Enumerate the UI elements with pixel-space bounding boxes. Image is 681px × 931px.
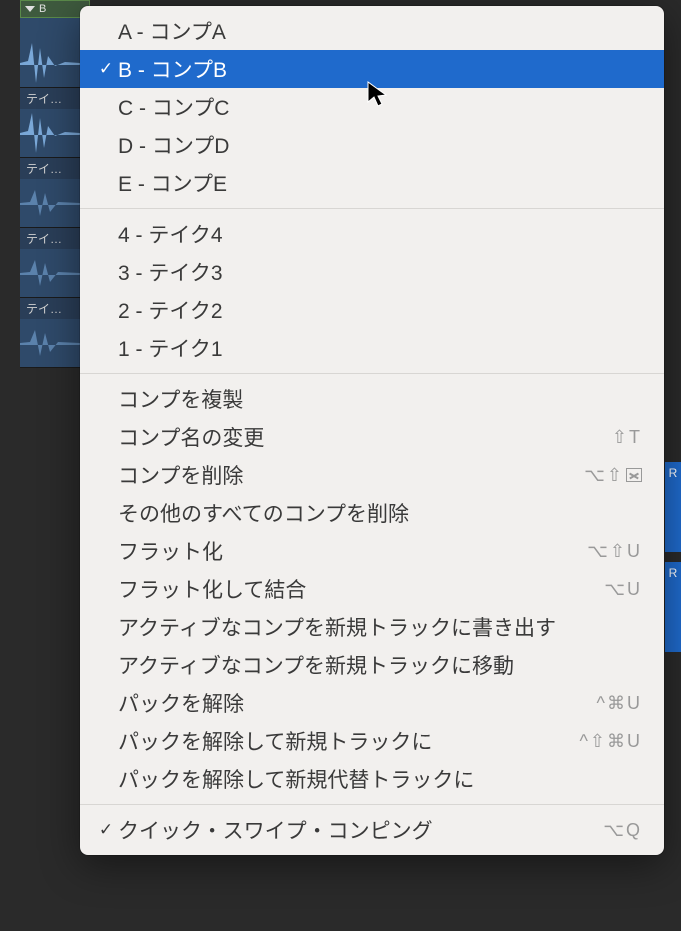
menu-separator [80,373,664,374]
rename-comp[interactable]: ✓コンプ名の変更⇧T [80,418,664,456]
menu-separator [80,208,664,209]
shortcut-text: ⌥Q [603,820,642,841]
shortcut-text: ^⌘U [597,693,642,714]
comp-item-d[interactable]: ✓D - コンプD [80,126,664,164]
comp-item-b[interactable]: ✓B - コンプB [80,50,664,88]
menu-item-label: その他のすべてのコンプを削除 [118,498,642,528]
waveform-icon [20,248,80,298]
comp-item-e[interactable]: ✓E - コンプE [80,164,664,202]
waveform-icon [20,178,80,228]
delete-key-icon [626,468,642,482]
shortcut-text: ⌥⇧ [584,465,642,486]
menu-item-label: コンプ名の変更 [118,422,612,452]
menu-item-label: B - コンプB [118,54,642,84]
menu-item-label: 2 - テイク2 [118,295,642,325]
flatten[interactable]: ✓フラット化⌥⇧U [80,532,664,570]
move-active-track[interactable]: ✓アクティブなコンプを新規トラックに移動 [80,646,664,684]
shortcut-text: ⌥⇧U [587,541,642,562]
menu-item-label: 4 - テイク4 [118,219,642,249]
take-item-3[interactable]: ✓2 - テイク2 [80,291,664,329]
region-hint: R [665,462,681,552]
menu-item-label: 1 - テイク1 [118,333,642,363]
checkmark-icon: ✓ [94,820,118,840]
waveform-icon [20,108,80,158]
menu-item-label: コンプを削除 [118,460,584,490]
shortcut-text: ^⇧⌘U [579,731,642,752]
delete-other-comps[interactable]: ✓その他のすべてのコンプを削除 [80,494,664,532]
take-item-1[interactable]: ✓4 - テイク4 [80,215,664,253]
waveform-icon [20,38,80,88]
shortcut-text: ⇧T [612,427,642,448]
comp-item-a[interactable]: ✓A - コンプA [80,12,664,50]
flatten-merge[interactable]: ✓フラット化して結合⌥U [80,570,664,608]
take-folder-context-menu: ✓A - コンプA✓B - コンプB✓C - コンプC✓D - コンプD✓E -… [80,6,664,855]
export-active-track[interactable]: ✓アクティブなコンプを新規トラックに書き出す [80,608,664,646]
menu-item-label: C - コンプC [118,92,642,122]
menu-item-label: フラット化して結合 [118,574,604,604]
take-folder-title: B [39,3,46,15]
duplicate-comp[interactable]: ✓コンプを複製 [80,380,664,418]
shortcut-text: ⌥U [604,579,642,600]
menu-item-label: パックを解除 [118,688,597,718]
delete-comp[interactable]: ✓コンプを削除⌥⇧ [80,456,664,494]
region-hint: R [665,562,681,652]
unpack[interactable]: ✓パックを解除^⌘U [80,684,664,722]
menu-item-label: クイック・スワイプ・コンピング [118,815,603,845]
comp-item-c[interactable]: ✓C - コンプC [80,88,664,126]
quick-swipe-comping-toggle[interactable]: ✓ クイック・スワイプ・コンピング ⌥Q [80,811,664,849]
menu-item-label: A - コンプA [118,16,642,46]
menu-item-label: アクティブなコンプを新規トラックに書き出す [118,612,642,642]
menu-item-label: コンプを複製 [118,384,642,414]
menu-item-label: E - コンプE [118,168,642,198]
menu-item-label: 3 - テイク3 [118,257,642,287]
take-item-2[interactable]: ✓3 - テイク3 [80,253,664,291]
checkmark-icon: ✓ [94,59,118,79]
unpack-new-tracks[interactable]: ✓パックを解除して新規トラックに^⇧⌘U [80,722,664,760]
menu-separator [80,804,664,805]
disclosure-triangle-icon[interactable] [25,6,35,12]
unpack-alt-tracks[interactable]: ✓パックを解除して新規代替トラックに [80,760,664,798]
menu-item-label: D - コンプD [118,130,642,160]
take-item-4[interactable]: ✓1 - テイク1 [80,329,664,367]
waveform-icon [20,318,80,368]
menu-item-label: フラット化 [118,536,587,566]
menu-item-label: パックを解除して新規トラックに [118,726,579,756]
menu-item-label: アクティブなコンプを新規トラックに移動 [118,650,642,680]
menu-item-label: パックを解除して新規代替トラックに [118,764,642,794]
